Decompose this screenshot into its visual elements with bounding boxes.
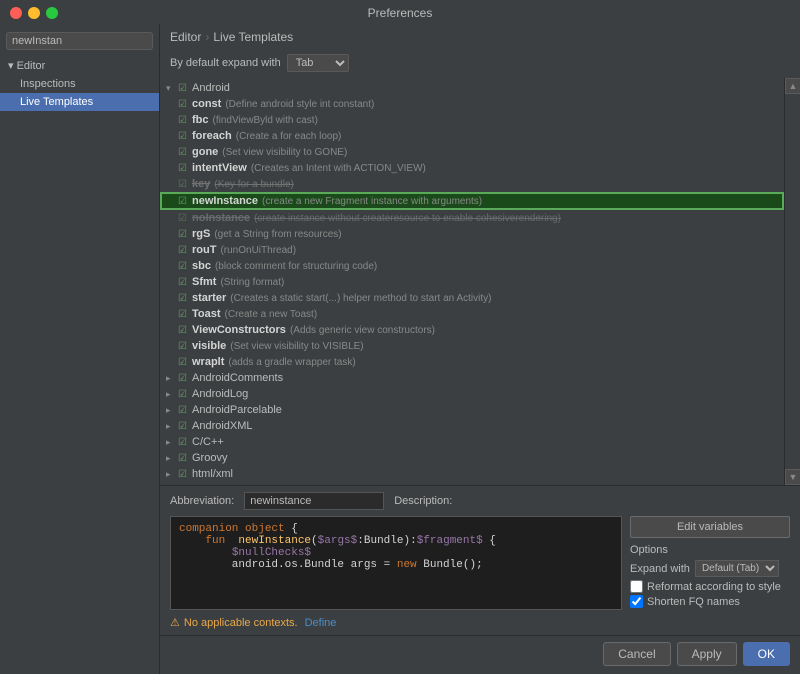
scrollbar: ▲ ▼ [784, 78, 800, 485]
bottom-area: Abbreviation: Description: companion obj… [160, 485, 800, 635]
chevron-right-icon: ▸ [166, 485, 178, 486]
template-fbc[interactable]: ☑ fbc (findViewByld with cast) [160, 112, 784, 128]
chevron-right-icon: ▸ [166, 469, 178, 480]
chevron-down-icon: ▾ [8, 60, 14, 72]
reformat-checkbox-row: Reformat according to style [630, 580, 790, 593]
main-panel: Editor › Live Templates By default expan… [160, 24, 800, 674]
sidebar-item-live-templates[interactable]: Live Templates [0, 93, 159, 111]
template-const[interactable]: ☑ const (Define android style int consta… [160, 96, 784, 112]
reformat-checkbox[interactable] [630, 580, 643, 593]
template-viewconstructors[interactable]: ☑ ViewConstructors (Adds generic view co… [160, 322, 784, 338]
window-title: Preferences [368, 6, 433, 20]
warning-icon: ⚠ [170, 616, 180, 629]
template-list-area: ▾ ☑ Android ☑ const (Define android styl… [160, 78, 800, 485]
expand-bar: By default expand with Tab Enter Space [160, 50, 800, 78]
template-sfmt[interactable]: ☑ Sfmt (String format) [160, 274, 784, 290]
group-html-xml[interactable]: ▸ ☑ html/xml [160, 466, 784, 482]
scroll-up-button[interactable]: ▲ [785, 78, 800, 94]
chevron-right-icon: ▸ [166, 389, 178, 400]
group-android[interactable]: ▾ ☑ Android [160, 80, 784, 96]
group-android-xml[interactable]: ▸ ☑ AndroidXML [160, 418, 784, 434]
template-gone[interactable]: ☑ gone (Set view visibility to GONE) [160, 144, 784, 160]
sidebar-item-inspections[interactable]: Inspections [0, 75, 159, 93]
template-starter[interactable]: ☑ starter (Creates a static start(...) h… [160, 290, 784, 306]
group-groovy[interactable]: ▸ ☑ Groovy [160, 450, 784, 466]
template-sbc[interactable]: ☑ sbc (block comment for structuring cod… [160, 258, 784, 274]
template-toast[interactable]: ☑ Toast (Create a new Toast) [160, 306, 784, 322]
sidebar-item-editor[interactable]: ▾ Editor [0, 56, 159, 75]
right-panel: Edit variables Options Expand with Defau… [630, 516, 790, 610]
ok-button[interactable]: OK [743, 642, 790, 666]
chevron-right-icon: ▸ [166, 437, 178, 448]
dialog-footer: Cancel Apply OK [160, 635, 800, 674]
template-noinstance[interactable]: ☑ noInstance (create instance without cr… [160, 210, 784, 226]
cancel-button[interactable]: Cancel [603, 642, 670, 666]
shorten-checkbox-row: Shorten FQ names [630, 595, 790, 608]
define-link[interactable]: Define [305, 617, 337, 629]
template-rout[interactable]: ☑ rouT (runOnUiThread) [160, 242, 784, 258]
group-android-log[interactable]: ▸ ☑ AndroidLog [160, 386, 784, 402]
options-box: Options Expand with Default (Tab) Tab En… [630, 544, 790, 610]
close-dot[interactable] [10, 7, 22, 19]
search-input[interactable] [12, 35, 147, 47]
group-iterations[interactable]: ▸ ☑ Iterations [160, 482, 784, 485]
edit-variables-button[interactable]: Edit variables [630, 516, 790, 538]
expand-with-select[interactable]: Tab Enter Space [287, 54, 349, 72]
template-wraplt[interactable]: ☑ wraplt (adds a gradle wrapper task) [160, 354, 784, 370]
template-rgs[interactable]: ☑ rgS (get a String from resources) [160, 226, 784, 242]
template-key[interactable]: ☑ key (Key for a bundle) [160, 176, 784, 192]
group-android-comments[interactable]: ▸ ☑ AndroidComments [160, 370, 784, 386]
minimize-dot[interactable] [28, 7, 40, 19]
title-bar: Preferences [0, 0, 800, 24]
chevron-right-icon: ▸ [166, 453, 178, 464]
template-list: ▾ ☑ Android ☑ const (Define android styl… [160, 78, 784, 485]
chevron-right-icon: ▸ [166, 373, 178, 384]
shorten-checkbox[interactable] [630, 595, 643, 608]
maximize-dot[interactable] [46, 7, 58, 19]
chevron-right-icon: ▸ [166, 405, 178, 416]
template-newinstance[interactable]: ☑ newInstance (create a new Fragment ins… [160, 192, 784, 210]
scroll-down-button[interactable]: ▼ [785, 469, 800, 485]
chevron-right-icon: ▸ [166, 421, 178, 432]
expand-with-option-select[interactable]: Default (Tab) Tab Enter [695, 560, 779, 577]
group-android-parcelable[interactable]: ▸ ☑ AndroidParcelable [160, 402, 784, 418]
group-cpp[interactable]: ▸ ☑ C/C++ [160, 434, 784, 450]
template-visible[interactable]: ☑ visible (Set view visibility to VISIBL… [160, 338, 784, 354]
search-box[interactable] [6, 32, 153, 50]
chevron-down-icon: ▾ [166, 83, 178, 94]
expand-with-row: Expand with Default (Tab) Tab Enter [630, 560, 790, 577]
sidebar: ▾ Editor Inspections Live Templates [0, 24, 160, 674]
code-editor[interactable]: companion object { fun newInstance($args… [170, 516, 622, 610]
warning-row: ⚠ No applicable contexts. Define [170, 616, 790, 629]
template-foreach[interactable]: ☑ foreach (Create a for each loop) [160, 128, 784, 144]
template-text-area: companion object { fun newInstance($args… [170, 516, 790, 610]
template-intentview[interactable]: ☑ intentView (Creates an Intent with ACT… [160, 160, 784, 176]
apply-button[interactable]: Apply [677, 642, 737, 666]
abbreviation-input[interactable] [244, 492, 384, 510]
abbr-desc-row: Abbreviation: Description: [170, 492, 790, 510]
breadcrumb: Editor › Live Templates [160, 24, 800, 50]
